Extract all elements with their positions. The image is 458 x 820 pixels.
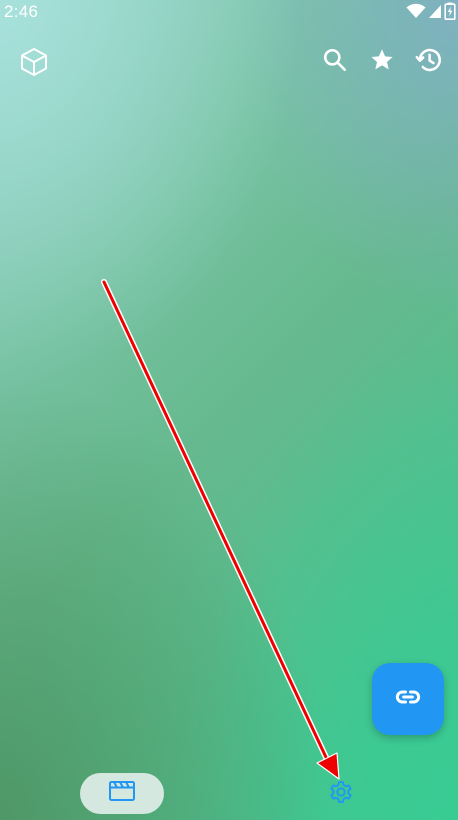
cube-icon[interactable] (16, 44, 52, 80)
search-button[interactable] (317, 44, 353, 80)
nav-item-videos[interactable] (80, 773, 164, 814)
add-link-fab[interactable] (372, 663, 444, 735)
search-icon (322, 47, 348, 78)
history-icon (415, 46, 443, 79)
favorites-button[interactable] (364, 44, 400, 80)
status-icons (406, 2, 456, 20)
signal-icon (428, 3, 442, 19)
link-icon (393, 682, 423, 717)
wifi-icon (406, 3, 426, 19)
status-bar: 2:46 (0, 0, 458, 24)
top-app-bar (0, 44, 458, 84)
clapperboard-icon (108, 779, 136, 808)
battery-charging-icon (444, 2, 456, 20)
star-icon (369, 47, 395, 78)
gear-icon (327, 778, 355, 811)
history-button[interactable] (411, 44, 447, 80)
bottom-navigation (0, 760, 458, 820)
status-time: 2:46 (4, 2, 39, 21)
nav-item-settings[interactable] (322, 775, 360, 813)
